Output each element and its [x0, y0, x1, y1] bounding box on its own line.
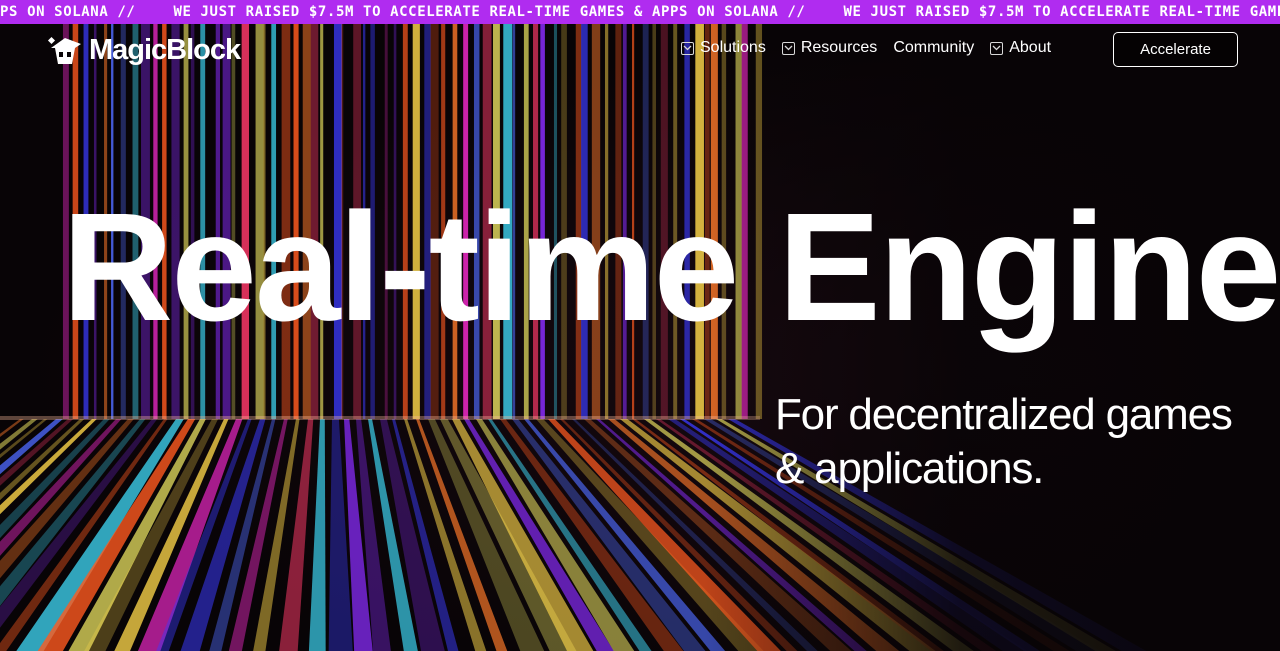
ticker-item: WE JUST RAISED $7.5M TO ACCELERATE REAL-…: [843, 4, 1280, 20]
ticker-item: PS ON SOLANA //: [0, 4, 136, 20]
logo-text: MagicBlock: [89, 33, 241, 66]
chevron-down-icon: [681, 41, 694, 55]
subheadline-line-1: For decentralized games: [775, 390, 1233, 439]
nav-item-solutions[interactable]: Solutions: [681, 39, 766, 57]
nav-item-resources[interactable]: Resources: [781, 39, 878, 57]
subheadline-line-2: & applications.: [775, 444, 1044, 493]
accelerate-button[interactable]: Accelerate: [1113, 32, 1238, 67]
hero-subheadline: For decentralized games & applications.: [775, 388, 1255, 496]
top-navigation: MagicBlock Solutions Resources Community…: [0, 24, 1280, 76]
nav-links: Solutions Resources Community About: [681, 39, 1051, 57]
chevron-down-icon: [990, 41, 1004, 55]
nav-item-community[interactable]: Community: [893, 39, 974, 57]
logo[interactable]: MagicBlock: [45, 30, 241, 70]
nav-item-label: About: [1009, 39, 1052, 56]
nav-item-about[interactable]: About: [990, 39, 1051, 57]
ticker-track: PS ON SOLANA // WE JUST RAISED $7.5M TO …: [0, 0, 1280, 24]
ticker-item: WE JUST RAISED $7.5M TO ACCELERATE REAL-…: [173, 4, 806, 20]
announcement-ticker[interactable]: PS ON SOLANA // WE JUST RAISED $7.5M TO …: [0, 0, 1280, 24]
hero-headline: Real-time Engine: [62, 181, 1280, 353]
nav-item-label: Solutions: [700, 39, 766, 56]
magic-hat-icon: [47, 36, 81, 64]
nav-item-label: Community: [893, 39, 975, 56]
nav-item-label: Resources: [800, 39, 878, 56]
chevron-down-icon: [781, 41, 795, 55]
